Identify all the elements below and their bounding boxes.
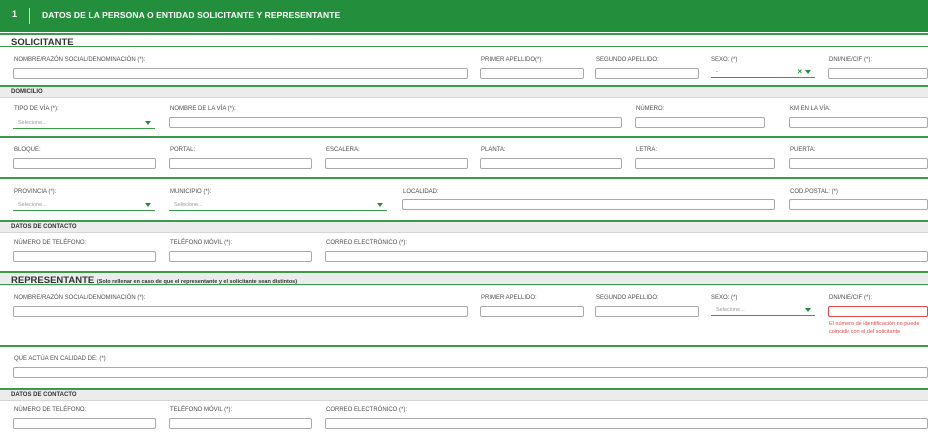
- chevron-down-icon: [145, 203, 151, 207]
- puerta-label: PUERTA:: [790, 147, 816, 153]
- tipo-via-select[interactable]: Selecione...: [13, 117, 155, 129]
- domicilio-band: DOMICILIO: [0, 85, 928, 98]
- letra-input[interactable]: [635, 158, 775, 169]
- rep-movil-input[interactable]: [169, 418, 312, 429]
- letra-label: LETRA:: [636, 147, 658, 153]
- sexo-select[interactable]: - ×: [711, 66, 815, 78]
- escalera-label: ESCALERA:: [326, 147, 360, 153]
- rep-sexo-label: SEXO: (*): [711, 295, 738, 301]
- numero-label: NÚMERO:: [636, 106, 665, 112]
- numero-input[interactable]: [635, 117, 765, 128]
- rep-telefono-label: NÚMERO DE TELÉFONO:: [14, 407, 87, 413]
- rep-sexo-placeholder: Selecione...: [716, 307, 745, 313]
- divider: [0, 284, 928, 285]
- rep-sexo-select[interactable]: Selecione...: [711, 304, 815, 316]
- divider: [0, 345, 928, 347]
- rep-primer-apellido-label: PRIMER APELLIDO:: [481, 295, 537, 301]
- nombre-input[interactable]: [13, 68, 468, 79]
- rep-dni-label: DNI/NIE/CIF (*):: [829, 295, 872, 301]
- section-title: DATOS DE LA PERSONA O ENTIDAD SOLICITANT…: [42, 10, 341, 20]
- contacto-title: DATOS DE CONTACTO: [11, 224, 77, 230]
- movil-label: TELÉFONO MÓVIL (*):: [170, 240, 233, 246]
- section-number: 1: [12, 9, 18, 19]
- puerta-input[interactable]: [789, 158, 928, 169]
- calidad-label: QUE ACTÚA EN CALIDAD DE: (*): [14, 356, 106, 362]
- primer-apellido-input[interactable]: [480, 68, 584, 79]
- km-input[interactable]: [789, 117, 928, 128]
- divider: [0, 177, 928, 179]
- chevron-down-icon: [377, 203, 383, 207]
- provincia-label: PROVINCIA (*):: [14, 189, 57, 195]
- telefono-label: NÚMERO DE TELÉFONO:: [14, 240, 87, 246]
- clear-icon[interactable]: ×: [797, 67, 802, 76]
- divider: [0, 46, 928, 47]
- bloque-label: BLOQUE:: [14, 147, 41, 153]
- tipo-via-label: TIPO DE VÍA (*):: [14, 106, 59, 112]
- calidad-input[interactable]: [13, 367, 928, 378]
- segundo-apellido-input[interactable]: [595, 68, 699, 79]
- municipio-select[interactable]: Selecione...: [169, 199, 387, 211]
- nombre-via-label: NOMBRE DE LA VÍA (*):: [170, 106, 236, 112]
- chevron-down-icon: [805, 308, 811, 312]
- rep-segundo-apellido-label: SEGUNDO APELLIDO:: [596, 295, 659, 301]
- header-divider: [29, 8, 30, 24]
- rep-nombre-input[interactable]: [13, 306, 468, 317]
- segundo-apellido-label: SEGUNDO APELLIDO:: [596, 57, 659, 63]
- section-header: 1 DATOS DE LA PERSONA O ENTIDAD SOLICITA…: [0, 0, 928, 32]
- localidad-label: LOCALIDAD:: [403, 189, 439, 195]
- municipio-label: MUNICIPIO (*):: [170, 189, 212, 195]
- nombre-via-input[interactable]: [169, 117, 622, 128]
- sexo-value: -: [716, 69, 718, 75]
- rep-correo-label: CORREO ELECTRÓNICO (*):: [326, 407, 408, 413]
- chevron-down-icon: [145, 121, 151, 125]
- bloque-input[interactable]: [13, 158, 156, 169]
- movil-input[interactable]: [169, 251, 312, 262]
- provincia-placeholder: Selecione...: [18, 202, 47, 208]
- rep-contacto-title: DATOS DE CONTACTO: [11, 392, 77, 398]
- localidad-input[interactable]: [402, 199, 775, 210]
- rep-correo-input[interactable]: [325, 418, 928, 429]
- primer-apellido-label: PRIMER APELLIDO(*):: [481, 57, 544, 63]
- rep-dni-error: El número de identificación no puede coi…: [829, 321, 920, 335]
- tipo-via-placeholder: Selecione...: [18, 120, 47, 126]
- rep-movil-label: TELÉFONO MÓVIL (*):: [170, 407, 233, 413]
- chevron-down-icon: [805, 70, 811, 74]
- portal-label: PORTAL:: [170, 147, 196, 153]
- correo-input[interactable]: [325, 251, 928, 262]
- rep-contacto-band: DATOS DE CONTACTO: [0, 388, 928, 401]
- municipio-placeholder: Selecione...: [174, 202, 203, 208]
- rep-primer-apellido-input[interactable]: [480, 306, 584, 317]
- portal-input[interactable]: [169, 158, 312, 169]
- rep-telefono-input[interactable]: [13, 418, 156, 429]
- sexo-label: SEXO: (*): [711, 57, 738, 63]
- planta-label: PLANTA:: [481, 147, 506, 153]
- domicilio-title: DOMICILIO: [11, 89, 43, 95]
- rep-segundo-apellido-input[interactable]: [595, 306, 699, 317]
- planta-input[interactable]: [480, 158, 622, 169]
- correo-label: CORREO ELECTRÓNICO (*):: [326, 240, 408, 246]
- dni-input[interactable]: [828, 68, 928, 79]
- rep-dni-input[interactable]: [828, 306, 928, 317]
- nombre-label: NOMBRE/RAZÓN SOCIAL/DENOMINACIÓN (*):: [14, 57, 146, 63]
- dni-label: DNI/NIE/CIF (*):: [829, 57, 872, 63]
- cod-postal-input[interactable]: [789, 199, 928, 210]
- cod-postal-label: COD.POSTAL: (*): [790, 189, 838, 195]
- escalera-input[interactable]: [325, 158, 468, 169]
- provincia-select[interactable]: Selecione...: [13, 199, 155, 211]
- telefono-input[interactable]: [13, 251, 156, 262]
- divider: [0, 136, 928, 138]
- contacto-band: DATOS DE CONTACTO: [0, 220, 928, 233]
- rep-nombre-label: NOMBRE/RAZÓN SOCIAL/DENOMINACIÓN (*):: [14, 295, 146, 301]
- km-label: KM EN LA VÍA:: [790, 106, 831, 112]
